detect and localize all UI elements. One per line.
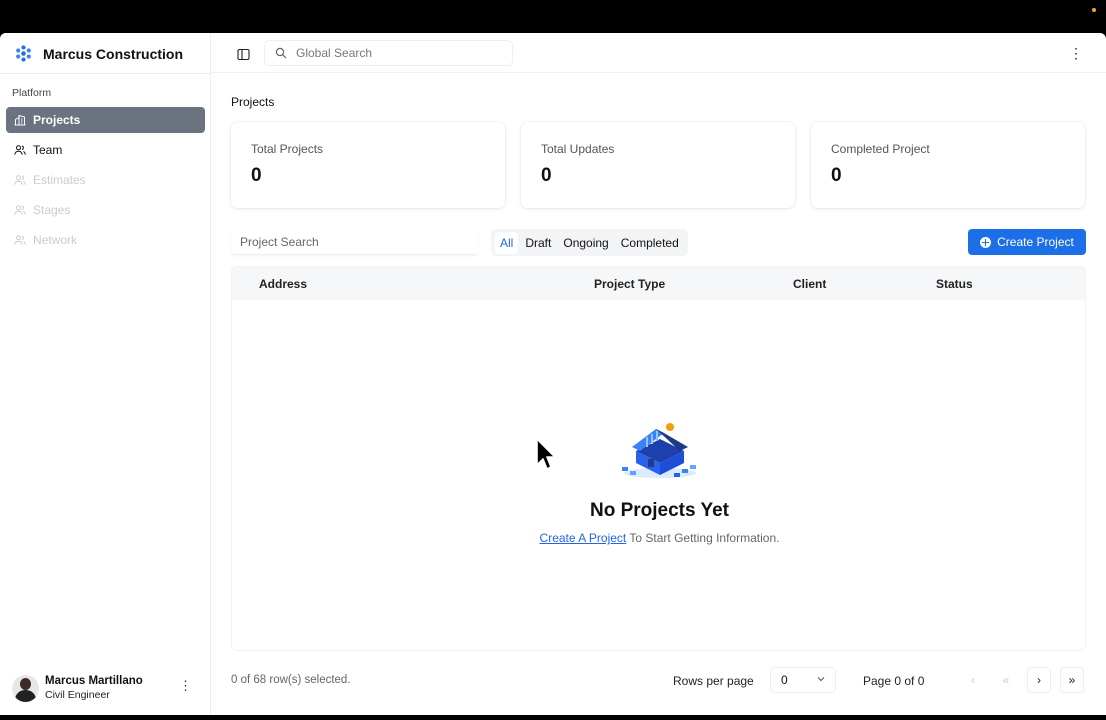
user-menu-kebab-icon[interactable]: ⋮ bbox=[179, 679, 192, 692]
selection-count: 0 of 68 row(s) selected. bbox=[231, 674, 351, 686]
project-search[interactable] bbox=[231, 229, 478, 255]
project-search-input[interactable] bbox=[240, 234, 470, 249]
rows-per-page-label: Rows per page bbox=[673, 674, 754, 688]
sidebar-item-estimates[interactable]: Estimates bbox=[6, 167, 205, 193]
user-name: Marcus Martillano bbox=[45, 675, 143, 687]
user-profile[interactable]: Marcus Martillano Civil Engineer ⋮ bbox=[12, 673, 202, 703]
avatar bbox=[12, 674, 39, 702]
chevron-down-icon bbox=[817, 677, 825, 682]
sidebar-item-network[interactable]: Network bbox=[6, 227, 205, 253]
create-project-link[interactable]: Create A Project bbox=[540, 531, 627, 545]
screen-top-bar bbox=[0, 0, 1106, 33]
plus-circle-icon bbox=[980, 236, 992, 248]
create-project-button[interactable]: Create Project bbox=[968, 229, 1086, 255]
sidebar-toggle-button[interactable] bbox=[232, 43, 254, 65]
sidebar-nav: Projects Team Estimates Stages Network bbox=[6, 107, 205, 257]
empty-state-message: Create A Project To Start Getting Inform… bbox=[232, 531, 1085, 545]
rows-per-page-select[interactable]: 0 bbox=[770, 667, 836, 693]
tab-ongoing[interactable]: Ongoing bbox=[558, 232, 613, 254]
users-icon bbox=[14, 145, 26, 155]
brand-logo-icon bbox=[16, 45, 31, 62]
user-role: Civil Engineer bbox=[45, 689, 110, 701]
users-icon bbox=[14, 175, 26, 185]
mouse-cursor-icon bbox=[536, 438, 556, 470]
rows-per-page-value: 0 bbox=[781, 673, 788, 687]
empty-state-text: To Start Getting Information. bbox=[626, 531, 780, 545]
app-window: Marcus Construction Platform Projects Te… bbox=[0, 33, 1106, 715]
search-icon bbox=[275, 47, 287, 59]
sidebar-item-label: Projects bbox=[33, 113, 81, 127]
sidebar-item-projects[interactable]: Projects bbox=[6, 107, 205, 133]
screen-bottom-bar bbox=[0, 715, 1106, 720]
create-project-label: Create Project bbox=[997, 235, 1074, 249]
users-icon bbox=[14, 205, 26, 215]
stat-card-completed-project: Completed Project 0 bbox=[811, 122, 1085, 208]
global-search[interactable] bbox=[264, 40, 513, 66]
tab-draft[interactable]: Draft bbox=[520, 232, 556, 254]
sidebar-item-label: Stages bbox=[33, 203, 71, 217]
tab-all[interactable]: All bbox=[495, 231, 519, 254]
sidebar-item-label: Estimates bbox=[33, 173, 86, 187]
building-icon bbox=[14, 114, 26, 126]
stat-value: 0 bbox=[831, 165, 842, 186]
status-filter-tabs: All Draft Ongoing Completed bbox=[491, 229, 688, 256]
sidebar-section-label: Platform bbox=[12, 87, 52, 99]
empty-state-title: No Projects Yet bbox=[589, 500, 730, 521]
column-header-project-type[interactable]: Project Type bbox=[594, 277, 665, 291]
stat-card-total-projects: Total Projects 0 bbox=[231, 122, 505, 208]
empty-house-illustration-icon bbox=[622, 423, 696, 478]
more-options-icon[interactable]: ⋮ bbox=[1066, 43, 1086, 63]
brand-name: Marcus Construction bbox=[43, 45, 184, 62]
sidebar-item-team[interactable]: Team bbox=[6, 137, 205, 163]
sidebar-item-label: Network bbox=[33, 233, 78, 247]
sidebar-item-stages[interactable]: Stages bbox=[6, 197, 205, 223]
stat-value: 0 bbox=[541, 165, 552, 186]
stat-label: Completed Project bbox=[831, 142, 930, 156]
stat-value: 0 bbox=[251, 165, 262, 186]
last-page-icon[interactable]: » bbox=[1060, 667, 1084, 693]
column-header-address[interactable]: Address bbox=[259, 277, 307, 291]
projects-table: Address Project Type Client Status No Pr… bbox=[231, 266, 1086, 651]
stat-label: Total Projects bbox=[251, 142, 324, 156]
sidebar: Marcus Construction Platform Projects Te… bbox=[0, 33, 211, 715]
panel-left-icon bbox=[236, 48, 250, 60]
global-search-input[interactable] bbox=[296, 46, 496, 60]
next-page-icon[interactable]: › bbox=[1027, 667, 1051, 693]
sidebar-item-label: Team bbox=[33, 143, 63, 157]
first-page-icon[interactable]: « bbox=[994, 667, 1018, 693]
page-info: Page 0 of 0 bbox=[863, 674, 925, 688]
column-header-status[interactable]: Status bbox=[936, 277, 973, 291]
table-header: Address Project Type Client Status bbox=[232, 267, 1085, 300]
stat-card-total-updates: Total Updates 0 bbox=[521, 122, 795, 208]
recording-indicator bbox=[1092, 8, 1096, 12]
column-header-client[interactable]: Client bbox=[793, 277, 826, 291]
main-content: ⋮ Projects Total Projects 0 Total Update… bbox=[211, 33, 1106, 715]
tab-completed[interactable]: Completed bbox=[616, 232, 684, 254]
users-icon bbox=[14, 235, 26, 245]
page-title: Projects bbox=[231, 95, 275, 109]
divider bbox=[0, 73, 211, 74]
top-header: ⋮ bbox=[211, 33, 1106, 73]
brand[interactable]: Marcus Construction bbox=[14, 44, 183, 63]
stat-label: Total Updates bbox=[541, 142, 615, 156]
previous-page-icon[interactable]: ‹ bbox=[961, 667, 985, 693]
